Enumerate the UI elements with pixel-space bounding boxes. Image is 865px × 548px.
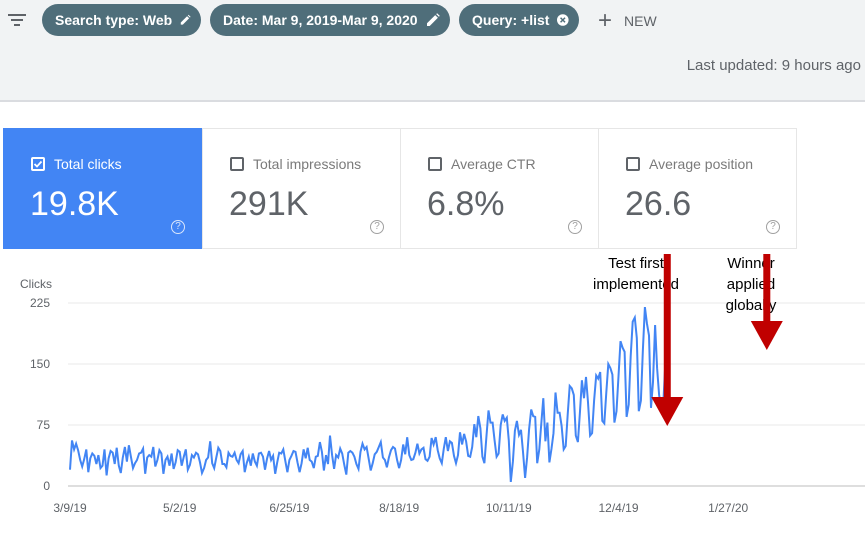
y-tick-label: 75 [37,418,51,432]
annotation-arrow-shaft [663,254,671,398]
y-tick-label: 225 [30,296,50,310]
x-tick-label: 5/2/19 [163,501,197,515]
chip-label: Date: Mar 9, 2019-Mar 9, 2020 [223,12,418,28]
y-tick-labels: 0 75 150 225 [30,296,50,493]
metric-card-total-impressions[interactable]: Total impressions 291K ? [202,128,401,249]
close-circle-icon[interactable] [557,13,569,27]
x-tick-label: 6/25/19 [269,501,309,515]
checkbox-icon[interactable] [626,157,640,171]
plus-icon: + [598,7,613,34]
chip-label: Query: +list [472,12,550,28]
annotation: Winnerappliedglobally [726,254,783,350]
annotation-arrow-shaft [763,254,771,322]
filter-icon[interactable] [8,13,26,27]
x-tick-label: 1/27/20 [708,501,748,515]
query-chip[interactable]: Query: +list [459,4,579,36]
checkbox-checked-icon[interactable] [31,157,45,171]
search-type-chip[interactable]: Search type: Web [42,4,201,36]
last-updated-text: Last updated: 9 hours ago [686,57,861,74]
annotation-arrow-head [750,321,783,350]
y-tick-label: 0 [43,479,50,493]
annotation-text: Test first [608,255,665,272]
help-icon[interactable]: ? [568,220,582,234]
metric-value: 6.8% [427,185,505,223]
filter-bar: Search type: Web Date: Mar 9, 2019-Mar 9… [0,0,865,100]
metric-card-total-clicks[interactable]: Total clicks 19.8K ? [3,128,202,249]
metric-label: Total clicks [54,156,122,172]
metric-value: 19.8K [30,185,119,223]
metric-value: 26.6 [625,185,692,223]
metric-label: Average position [649,156,754,172]
new-filter-label: NEW [624,13,657,29]
help-icon[interactable]: ? [171,220,185,234]
annotations: Test firstimplementedWinnerappliedglobal… [593,254,783,426]
new-filter-button[interactable]: + NEW [598,7,657,34]
clicks-chart: Clicks 0 75 150 225 3/9/19 5/2/19 6/25/19 8/18… [20,254,865,515]
help-icon[interactable]: ? [766,220,780,234]
pencil-icon[interactable] [180,13,191,27]
metric-card-average-position[interactable]: Average position 26.6 ? [598,128,797,249]
metric-card-average-ctr[interactable]: Average CTR 6.8% ? [400,128,599,249]
pencil-icon[interactable] [426,13,440,27]
date-range-chip[interactable]: Date: Mar 9, 2019-Mar 9, 2020 [210,4,450,36]
y-axis-label: Clicks [20,277,52,291]
checkbox-icon[interactable] [230,157,244,171]
y-tick-label: 150 [30,357,50,371]
annotation-arrow-head [651,397,684,426]
x-tick-labels: 3/9/19 5/2/19 6/25/19 8/18/19 10/11/19 12/4/1… [53,501,748,515]
x-tick-label: 8/18/19 [379,501,419,515]
x-tick-label: 12/4/19 [598,501,638,515]
metric-label: Average CTR [451,156,536,172]
chip-label: Search type: Web [55,12,173,28]
metric-label: Total impressions [253,156,362,172]
series-line [69,306,667,483]
checkbox-icon[interactable] [428,157,442,171]
help-icon[interactable]: ? [370,220,384,234]
x-tick-label: 10/11/19 [486,501,532,515]
divider [0,100,865,102]
x-tick-label: 3/9/19 [53,501,87,515]
metric-value: 291K [229,185,309,223]
